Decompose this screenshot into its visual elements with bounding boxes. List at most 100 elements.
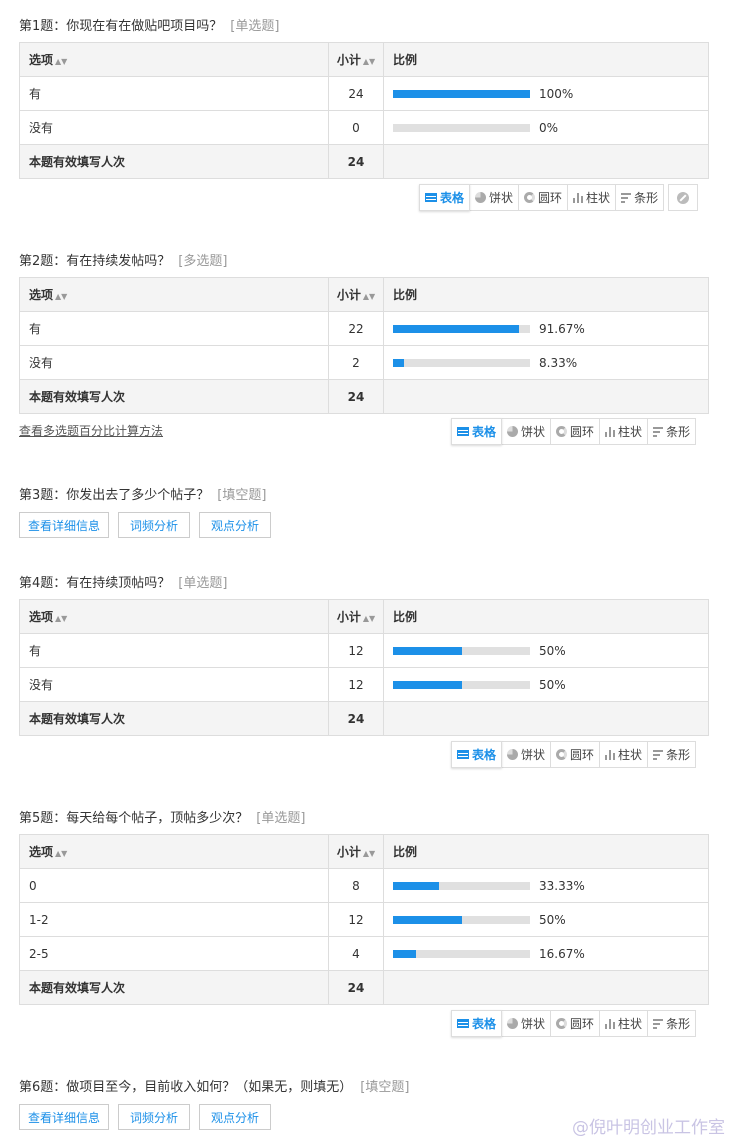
column-chart-icon	[605, 749, 616, 760]
view-pie-button[interactable]: 饼状	[501, 1010, 552, 1037]
table-icon	[457, 750, 469, 759]
question-6-text: 第6题：做项目至今，目前收入如何？（如果无，则填无）	[19, 1080, 353, 1095]
view-bar-button[interactable]: 条形	[615, 184, 665, 211]
sort-icon[interactable]: ▲▼	[363, 292, 375, 301]
table-icon	[457, 1019, 469, 1028]
opinion-analysis-button[interactable]: 观点分析	[199, 1104, 271, 1130]
total-count: 24	[328, 970, 384, 1005]
view-column-button[interactable]: 柱状	[599, 418, 649, 445]
column-chart-icon	[573, 192, 584, 203]
sort-icon[interactable]: ▲▼	[363, 57, 375, 66]
sort-icon[interactable]: ▲▼	[55, 292, 67, 301]
view-ring-button[interactable]: 圆环	[550, 418, 601, 445]
count-column-header[interactable]: 小计 ▲▼	[328, 599, 384, 634]
view-bar-button[interactable]: 条形	[647, 418, 697, 445]
bar-chart-icon	[653, 427, 664, 437]
option-column-header[interactable]: 选项 ▲▼	[19, 277, 329, 312]
option-cell: 没有	[19, 110, 329, 145]
question-1-chart-toolbar: 表格 饼状 圆环 柱状 条形	[419, 184, 699, 211]
clear-chart-button[interactable]	[668, 184, 699, 211]
table-icon	[457, 427, 469, 436]
option-column-header[interactable]: 选项 ▲▼	[19, 834, 329, 869]
pie-chart-icon	[507, 749, 519, 760]
table-row: 有 24 100%	[19, 76, 709, 111]
view-details-button[interactable]: 查看详细信息	[19, 1104, 109, 1130]
count-column-header[interactable]: 小计 ▲▼	[328, 277, 384, 312]
sort-icon[interactable]: ▲▼	[55, 614, 67, 623]
multi-choice-calc-link[interactable]: 查看多选题百分比计算方法	[19, 422, 163, 439]
total-row: 本题有效填写人次 24	[19, 701, 709, 736]
sort-icon[interactable]: ▲▼	[55, 57, 67, 66]
count-cell: 2	[328, 345, 384, 380]
sort-icon[interactable]: ▲▼	[363, 614, 375, 623]
word-frequency-button[interactable]: 词频分析	[118, 512, 190, 538]
count-column-header[interactable]: 小计 ▲▼	[328, 42, 384, 77]
total-count: 24	[328, 144, 384, 179]
progress-bar	[393, 915, 530, 924]
sort-icon[interactable]: ▲▼	[55, 849, 67, 858]
percent-text: 100%	[539, 86, 574, 101]
view-table-button[interactable]: 表格	[451, 741, 503, 768]
progress-bar-fill	[393, 881, 439, 890]
progress-bar-fill	[393, 915, 462, 924]
total-row: 本题有效填写人次 24	[19, 970, 709, 1005]
question-5-type: [单选题]	[256, 811, 306, 826]
bar-chart-icon	[621, 193, 632, 203]
ratio-cell: 33.33%	[383, 868, 709, 903]
view-ring-button[interactable]: 圆环	[550, 1010, 601, 1037]
view-column-button[interactable]: 柱状	[599, 741, 649, 768]
view-ring-button[interactable]: 圆环	[518, 184, 569, 211]
ratio-cell: 50%	[383, 902, 709, 937]
total-empty-cell	[383, 701, 709, 736]
question-2-type: [多选题]	[178, 254, 228, 269]
ratio-column-header: 比例	[383, 42, 709, 77]
question-2-table: 选项 ▲▼ 小计 ▲▼ 比例 有 22 91.67% 没有 2 8.33% 本题有效…	[19, 277, 709, 414]
watermark: @倪叶明创业工作室	[572, 1118, 725, 1138]
view-pie-button[interactable]: 饼状	[501, 418, 552, 445]
total-empty-cell	[383, 379, 709, 414]
question-3-type: [填空题]	[217, 488, 267, 503]
progress-bar-fill	[393, 324, 519, 333]
bar-chart-icon	[653, 1019, 664, 1029]
table-row: 2-5 4 16.67%	[19, 936, 709, 971]
word-frequency-button[interactable]: 词频分析	[118, 1104, 190, 1130]
percent-text: 50%	[539, 643, 566, 658]
table-header: 选项 ▲▼ 小计 ▲▼ 比例	[19, 834, 709, 869]
progress-bar	[393, 123, 530, 132]
view-table-button[interactable]: 表格	[451, 418, 503, 445]
progress-bar-fill	[393, 89, 530, 98]
progress-bar	[393, 881, 530, 890]
view-column-button[interactable]: 柱状	[567, 184, 617, 211]
count-cell: 0	[328, 110, 384, 145]
option-column-header[interactable]: 选项 ▲▼	[19, 599, 329, 634]
view-table-button[interactable]: 表格	[419, 184, 471, 211]
ratio-cell: 50%	[383, 633, 709, 668]
view-pie-button[interactable]: 饼状	[501, 741, 552, 768]
count-cell: 4	[328, 936, 384, 971]
count-cell: 8	[328, 868, 384, 903]
total-label: 本题有效填写人次	[19, 701, 329, 736]
view-column-button[interactable]: 柱状	[599, 1010, 649, 1037]
count-column-header[interactable]: 小计 ▲▼	[328, 834, 384, 869]
option-cell: 有	[19, 633, 329, 668]
opinion-analysis-button[interactable]: 观点分析	[199, 512, 271, 538]
ratio-column-header: 比例	[383, 599, 709, 634]
question-4-chart-toolbar: 表格 饼状 圆环 柱状 条形	[451, 741, 697, 768]
table-row: 没有 2 8.33%	[19, 345, 709, 380]
view-table-button[interactable]: 表格	[451, 1010, 503, 1037]
view-ring-button[interactable]: 圆环	[550, 741, 601, 768]
option-column-header[interactable]: 选项 ▲▼	[19, 42, 329, 77]
option-cell: 没有	[19, 345, 329, 380]
clear-icon	[677, 191, 690, 204]
sort-icon[interactable]: ▲▼	[363, 849, 375, 858]
count-cell: 12	[328, 633, 384, 668]
table-row: 没有 12 50%	[19, 667, 709, 702]
percent-text: 16.67%	[539, 946, 585, 961]
view-details-button[interactable]: 查看详细信息	[19, 512, 109, 538]
percent-text: 8.33%	[539, 355, 578, 370]
view-bar-button[interactable]: 条形	[647, 1010, 697, 1037]
view-pie-button[interactable]: 饼状	[469, 184, 520, 211]
view-bar-button[interactable]: 条形	[647, 741, 697, 768]
table-header: 选项 ▲▼ 小计 ▲▼ 比例	[19, 277, 709, 312]
question-1-text: 第1题：你现在有在做贴吧项目吗？	[19, 19, 223, 34]
